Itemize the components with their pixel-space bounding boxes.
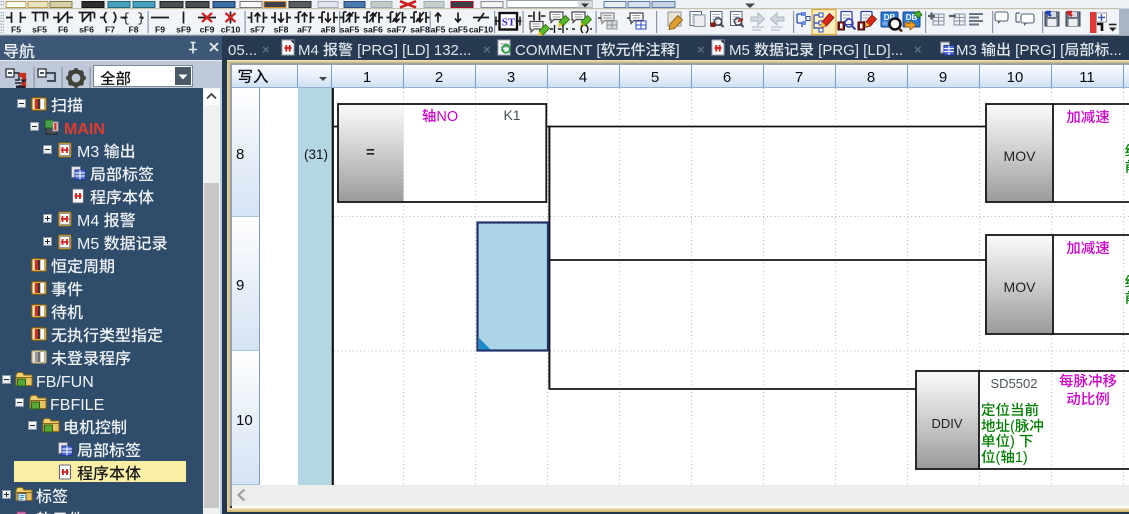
svg-text:sF6: sF6 (79, 25, 94, 35)
svg-text:caF5: caF5 (448, 25, 468, 35)
svg-text:F8: F8 (128, 25, 138, 35)
svg-text:F9: F9 (155, 25, 165, 35)
svg-text:ST: ST (502, 17, 516, 29)
svg-text:F5: F5 (11, 25, 21, 35)
svg-text:sF7: sF7 (250, 25, 265, 35)
svg-text:F6: F6 (58, 25, 68, 35)
svg-text:aF8: aF8 (321, 25, 336, 35)
svg-text:saF5: saF5 (340, 25, 360, 35)
svg-text:saF7: saF7 (387, 25, 407, 35)
svg-text:F7: F7 (105, 25, 115, 35)
svg-text:aF7: aF7 (297, 25, 312, 35)
svg-text:sF5: sF5 (32, 25, 47, 35)
svg-text:saF6: saF6 (363, 25, 383, 35)
svg-text:sF8: sF8 (274, 25, 289, 35)
svg-text:aF5: aF5 (431, 25, 446, 35)
svg-text:sF9: sF9 (176, 25, 191, 35)
svg-text:saF8: saF8 (410, 25, 430, 35)
svg-text:cF9: cF9 (200, 25, 215, 35)
svg-text:cF10: cF10 (221, 25, 241, 35)
svg-text:caF10: caF10 (469, 25, 494, 35)
